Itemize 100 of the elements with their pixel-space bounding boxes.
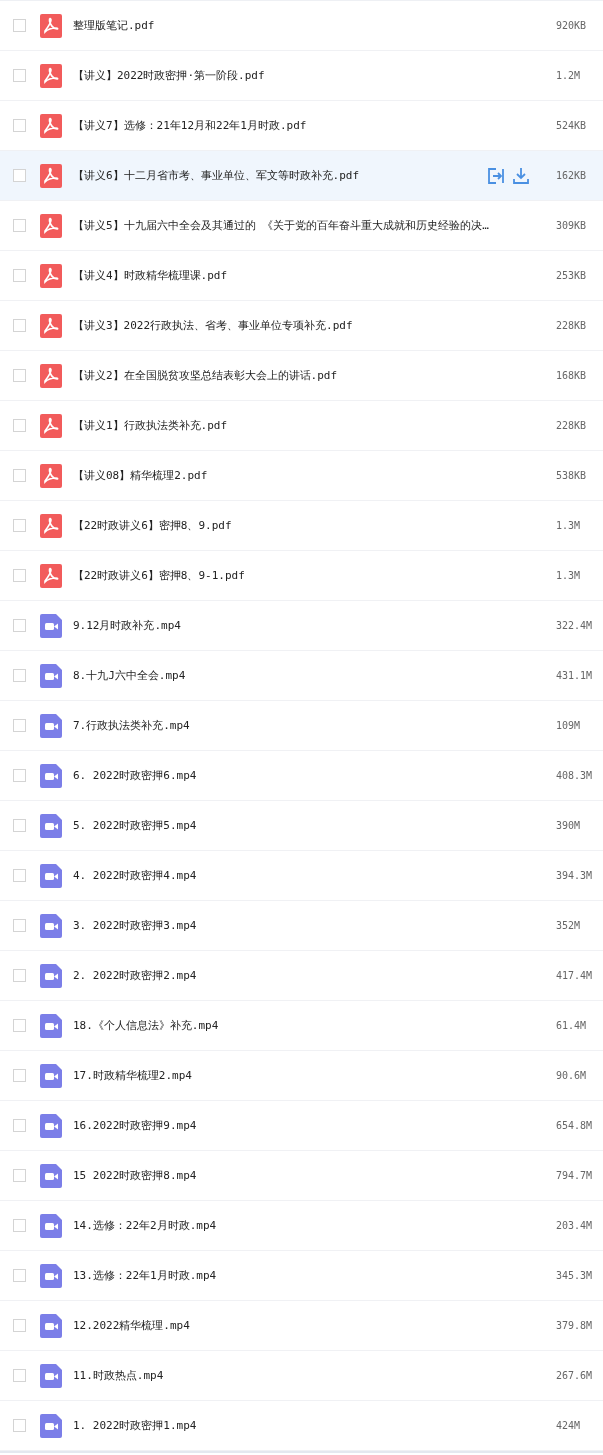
checkbox[interactable] bbox=[13, 419, 26, 432]
checkbox[interactable] bbox=[13, 119, 26, 132]
pdf-file-icon bbox=[40, 513, 62, 538]
file-name[interactable]: 12.2022精华梳理.mp4 bbox=[73, 1318, 556, 1333]
checkbox[interactable] bbox=[13, 69, 26, 82]
file-name[interactable]: 【讲义】2022时政密押·第一阶段.pdf bbox=[73, 68, 556, 83]
file-name[interactable]: 3. 2022时政密押3.mp4 bbox=[73, 918, 556, 933]
file-name[interactable]: 【讲义1】行政执法类补充.pdf bbox=[73, 418, 556, 433]
video-file-icon bbox=[40, 763, 62, 788]
checkbox[interactable] bbox=[13, 219, 26, 232]
video-file-icon bbox=[40, 863, 62, 888]
file-size: 61.4M bbox=[556, 1020, 588, 1031]
checkbox[interactable] bbox=[13, 719, 26, 732]
file-size: 920KB bbox=[556, 20, 588, 31]
checkbox[interactable] bbox=[13, 669, 26, 682]
video-file-icon bbox=[40, 713, 62, 738]
pdf-file-icon bbox=[40, 363, 62, 388]
checkbox[interactable] bbox=[13, 469, 26, 482]
file-size: 1.2M bbox=[556, 70, 582, 81]
checkbox[interactable] bbox=[13, 1369, 26, 1382]
file-size: 654.8M bbox=[556, 1120, 594, 1131]
checkbox[interactable] bbox=[13, 319, 26, 332]
file-size: 267.6M bbox=[556, 1370, 594, 1381]
file-name[interactable]: 整理版笔记.pdf bbox=[73, 18, 556, 33]
file-name[interactable]: 【讲义08】精华梳理2.pdf bbox=[73, 468, 556, 483]
checkbox[interactable] bbox=[13, 919, 26, 932]
file-name[interactable]: 5. 2022时政密押5.mp4 bbox=[73, 818, 556, 833]
file-name[interactable]: 11.时政热点.mp4 bbox=[73, 1368, 556, 1383]
file-name[interactable]: 【讲义5】十九届六中全会及其通过的 《关于党的百年奋斗重大成就和历史经验的决… bbox=[73, 218, 556, 233]
file-name[interactable]: 【22时政讲义6】密押8、9.pdf bbox=[73, 518, 556, 533]
pdf-file-icon bbox=[40, 413, 62, 438]
pdf-file-icon bbox=[40, 113, 62, 138]
file-row[interactable]: 【讲义6】十二月省市考、事业单位、军文等时政补充.pdf 162KB bbox=[0, 151, 603, 201]
video-file-icon bbox=[40, 1213, 62, 1238]
checkbox[interactable] bbox=[13, 1169, 26, 1182]
file-size: 228KB bbox=[556, 420, 588, 431]
file-size: 203.4M bbox=[556, 1220, 594, 1231]
file-name[interactable]: 9.12月时政补充.mp4 bbox=[73, 618, 556, 633]
file-size: 538KB bbox=[556, 470, 588, 481]
video-file-icon bbox=[40, 913, 62, 938]
checkbox[interactable] bbox=[13, 1269, 26, 1282]
checkbox[interactable] bbox=[13, 269, 26, 282]
checkbox[interactable] bbox=[13, 569, 26, 582]
file-name[interactable]: 【讲义3】2022行政执法、省考、事业单位专项补充.pdf bbox=[73, 318, 556, 333]
file-name[interactable]: 2. 2022时政密押2.mp4 bbox=[73, 968, 556, 983]
video-file-icon bbox=[40, 813, 62, 838]
file-size: 524KB bbox=[556, 120, 588, 131]
checkbox[interactable] bbox=[13, 1119, 26, 1132]
file-name[interactable]: 7.行政执法类补充.mp4 bbox=[73, 718, 556, 733]
checkbox[interactable] bbox=[13, 619, 26, 632]
file-size: 390M bbox=[556, 820, 582, 831]
file-size: 90.6M bbox=[556, 1070, 588, 1081]
file-name[interactable]: 6. 2022时政密押6.mp4 bbox=[73, 768, 556, 783]
file-size: 352M bbox=[556, 920, 582, 931]
file-name[interactable]: 【讲义6】十二月省市考、事业单位、军文等时政补充.pdf bbox=[73, 168, 487, 183]
checkbox[interactable] bbox=[13, 1069, 26, 1082]
file-name[interactable]: 17.时政精华梳理2.mp4 bbox=[73, 1068, 556, 1083]
file-size: 379.8M bbox=[556, 1320, 594, 1331]
checkbox[interactable] bbox=[13, 519, 26, 532]
pdf-file-icon bbox=[40, 463, 62, 488]
video-file-icon bbox=[40, 1113, 62, 1138]
checkbox[interactable] bbox=[13, 769, 26, 782]
checkbox[interactable] bbox=[13, 169, 26, 182]
file-name[interactable]: 13.选修：22年1月时政.mp4 bbox=[73, 1268, 556, 1283]
file-size: 109M bbox=[556, 720, 582, 731]
checkbox[interactable] bbox=[13, 1319, 26, 1332]
checkbox[interactable] bbox=[13, 1419, 26, 1432]
file-name[interactable]: 16.2022时政密押9.mp4 bbox=[73, 1118, 556, 1133]
file-size: 394.3M bbox=[556, 870, 594, 881]
file-name[interactable]: 【讲义4】时政精华梳理课.pdf bbox=[73, 268, 556, 283]
file-size: 1.3M bbox=[556, 570, 582, 581]
share-icon[interactable] bbox=[487, 166, 505, 185]
checkbox[interactable] bbox=[13, 19, 26, 32]
checkbox[interactable] bbox=[13, 869, 26, 882]
file-name[interactable]: 18.《个人信息法》补充.mp4 bbox=[73, 1018, 556, 1033]
file-name[interactable]: 4. 2022时政密押4.mp4 bbox=[73, 868, 556, 883]
file-name[interactable]: 1. 2022时政密押1.mp4 bbox=[73, 1418, 556, 1433]
file-name[interactable]: 【讲义2】在全国脱贫攻坚总结表彰大会上的讲话.pdf bbox=[73, 368, 556, 383]
checkbox[interactable] bbox=[13, 969, 26, 982]
file-size: 228KB bbox=[556, 320, 588, 331]
file-size: 1.3M bbox=[556, 520, 582, 531]
file-size: 309KB bbox=[556, 220, 588, 231]
pdf-file-icon bbox=[40, 163, 62, 188]
checkbox[interactable] bbox=[13, 1219, 26, 1232]
video-file-icon bbox=[40, 1063, 62, 1088]
file-name[interactable]: 【22时政讲义6】密押8、9-1.pdf bbox=[73, 568, 556, 583]
video-file-icon bbox=[40, 613, 62, 638]
file-size: 162KB bbox=[556, 170, 588, 181]
pdf-file-icon bbox=[40, 63, 62, 88]
checkbox[interactable] bbox=[13, 1019, 26, 1032]
pdf-file-icon bbox=[40, 563, 62, 588]
checkbox[interactable] bbox=[13, 369, 26, 382]
checkbox[interactable] bbox=[13, 819, 26, 832]
file-name[interactable]: 14.选修：22年2月时政.mp4 bbox=[73, 1218, 556, 1233]
file-name[interactable]: 15 2022时政密押8.mp4 bbox=[73, 1168, 556, 1183]
file-name[interactable]: 8.十九J六中全会.mp4 bbox=[73, 668, 556, 683]
video-file-icon bbox=[40, 1163, 62, 1188]
file-name[interactable]: 【讲义7】选修：21年12月和22年1月时政.pdf bbox=[73, 118, 556, 133]
download-icon[interactable] bbox=[512, 166, 530, 185]
video-file-icon bbox=[40, 1263, 62, 1288]
